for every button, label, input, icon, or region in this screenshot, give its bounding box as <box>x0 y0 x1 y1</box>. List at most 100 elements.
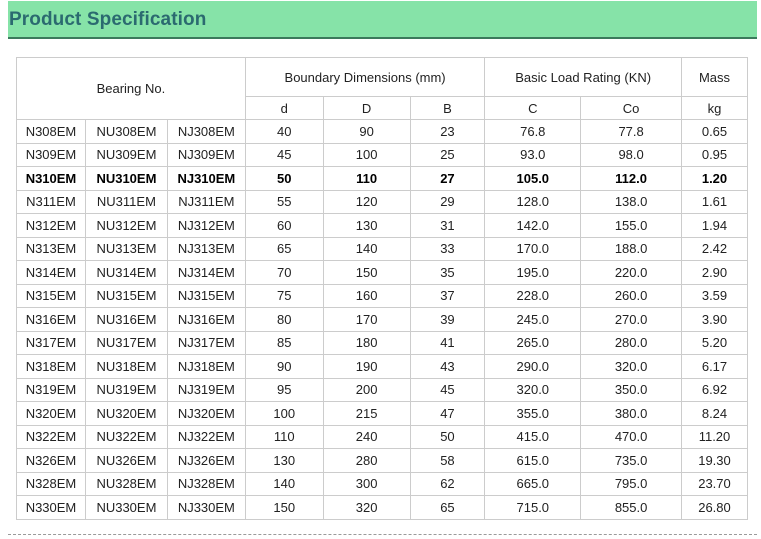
cell-Co: 260.0 <box>580 283 682 308</box>
cell-nj-type: NJ320EM <box>166 401 246 426</box>
cell-nu-type: NU326EM <box>84 448 168 473</box>
cell-mass: 1.20 <box>681 166 748 191</box>
cell-D: 140 <box>322 236 411 261</box>
cell-nj-type: NJ317EM <box>166 330 246 355</box>
cell-nj-type: NJ318EM <box>166 354 246 379</box>
cell-C: 142.0 <box>484 213 582 238</box>
cell-n-type: N310EM <box>16 166 86 191</box>
table-row: N311EM NU311EM NJ311EM 55 120 29 128.0 138.0 1.6… <box>16 189 748 214</box>
cell-B: 41 <box>409 330 486 355</box>
section-header: Product Specification <box>8 1 757 39</box>
cell-d: 95 <box>244 377 324 402</box>
cell-d: 65 <box>244 236 324 261</box>
cell-d: 140 <box>244 471 324 496</box>
cell-Co: 735.0 <box>580 448 682 473</box>
table-row: N313EM NU313EM NJ313EM 65 140 33 170.0 188.0 2.4… <box>16 236 748 261</box>
specification-table: Bearing No. Boundary Dimensions (mm) Bas… <box>16 57 748 520</box>
cell-B: 65 <box>409 495 486 520</box>
table-header: Bearing No. Boundary Dimensions (mm) Bas… <box>16 57 748 120</box>
cell-d: 150 <box>244 495 324 520</box>
table-row: N320EM NU320EM NJ320EM 100 215 47 355.0 380.0 8.… <box>16 401 748 426</box>
cell-d: 80 <box>244 307 324 332</box>
cell-nu-type: NU314EM <box>84 260 168 285</box>
cell-nj-type: NJ312EM <box>166 213 246 238</box>
table-row: N309EM NU309EM NJ309EM 45 100 25 93.0 98.0 0.95 <box>16 142 748 167</box>
cell-nj-type: NJ313EM <box>166 236 246 261</box>
cell-C: 615.0 <box>484 448 582 473</box>
cell-B: 31 <box>409 213 486 238</box>
cell-C: 128.0 <box>484 189 582 214</box>
cell-C: 320.0 <box>484 377 582 402</box>
cell-nj-type: NJ328EM <box>166 471 246 496</box>
cell-d: 100 <box>244 401 324 426</box>
cell-nj-type: NJ319EM <box>166 377 246 402</box>
cell-mass: 2.90 <box>681 260 748 285</box>
cell-B: 39 <box>409 307 486 332</box>
cell-C: 715.0 <box>484 495 582 520</box>
cell-Co: 220.0 <box>580 260 682 285</box>
cell-n-type: N326EM <box>16 448 86 473</box>
cell-nu-type: NU319EM <box>84 377 168 402</box>
cell-d: 40 <box>244 119 324 144</box>
header-kg: kg <box>681 96 748 120</box>
cell-Co: 350.0 <box>580 377 682 402</box>
cell-nu-type: NU308EM <box>84 119 168 144</box>
cell-Co: 98.0 <box>580 142 682 167</box>
cell-D: 280 <box>322 448 411 473</box>
cell-mass: 19.30 <box>681 448 748 473</box>
cell-mass: 11.20 <box>681 424 748 449</box>
cell-Co: 77.8 <box>580 119 682 144</box>
cell-D: 100 <box>322 142 411 167</box>
cell-nu-type: NU312EM <box>84 213 168 238</box>
cell-Co: 320.0 <box>580 354 682 379</box>
cell-n-type: N322EM <box>16 424 86 449</box>
header-boundary-dimensions: Boundary Dimensions (mm) <box>244 57 486 97</box>
cell-Co: 188.0 <box>580 236 682 261</box>
cell-nu-type: NU330EM <box>84 495 168 520</box>
table-row: N322EM NU322EM NJ322EM 110 240 50 415.0 470.0 11… <box>16 424 748 449</box>
cell-C: 105.0 <box>484 166 582 191</box>
cell-d: 70 <box>244 260 324 285</box>
cell-B: 50 <box>409 424 486 449</box>
cell-D: 120 <box>322 189 411 214</box>
cell-d: 50 <box>244 166 324 191</box>
header-bearing-no: Bearing No. <box>16 57 246 120</box>
cell-B: 23 <box>409 119 486 144</box>
cell-D: 200 <box>322 377 411 402</box>
cell-B: 33 <box>409 236 486 261</box>
cell-Co: 795.0 <box>580 471 682 496</box>
cell-nj-type: NJ330EM <box>166 495 246 520</box>
cell-mass: 6.17 <box>681 354 748 379</box>
cell-mass: 1.61 <box>681 189 748 214</box>
cell-d: 90 <box>244 354 324 379</box>
cell-n-type: N328EM <box>16 471 86 496</box>
cell-B: 25 <box>409 142 486 167</box>
table-row: N312EM NU312EM NJ312EM 60 130 31 142.0 155.0 1.9… <box>16 213 748 238</box>
cell-Co: 380.0 <box>580 401 682 426</box>
cell-B: 58 <box>409 448 486 473</box>
cell-D: 190 <box>322 354 411 379</box>
header-row-group: Bearing No. Boundary Dimensions (mm) Bas… <box>16 57 748 120</box>
cell-B: 37 <box>409 283 486 308</box>
cell-nj-type: NJ316EM <box>166 307 246 332</box>
cell-nu-type: NU309EM <box>84 142 168 167</box>
cell-nu-type: NU318EM <box>84 354 168 379</box>
cell-mass: 8.24 <box>681 401 748 426</box>
cell-D: 240 <box>322 424 411 449</box>
cell-D: 90 <box>322 119 411 144</box>
cell-mass: 3.90 <box>681 307 748 332</box>
cell-mass: 1.94 <box>681 213 748 238</box>
table-row: N318EM NU318EM NJ318EM 90 190 43 290.0 320.0 6.1… <box>16 354 748 379</box>
cell-nj-type: NJ308EM <box>166 119 246 144</box>
cell-nj-type: NJ314EM <box>166 260 246 285</box>
cell-D: 130 <box>322 213 411 238</box>
cell-B: 47 <box>409 401 486 426</box>
cell-nj-type: NJ326EM <box>166 448 246 473</box>
cell-n-type: N308EM <box>16 119 86 144</box>
table-row: N315EM NU315EM NJ315EM 75 160 37 228.0 260.0 3.5… <box>16 283 748 308</box>
cell-mass: 0.65 <box>681 119 748 144</box>
cell-d: 85 <box>244 330 324 355</box>
cell-B: 62 <box>409 471 486 496</box>
cell-nj-type: NJ315EM <box>166 283 246 308</box>
cell-mass: 0.95 <box>681 142 748 167</box>
